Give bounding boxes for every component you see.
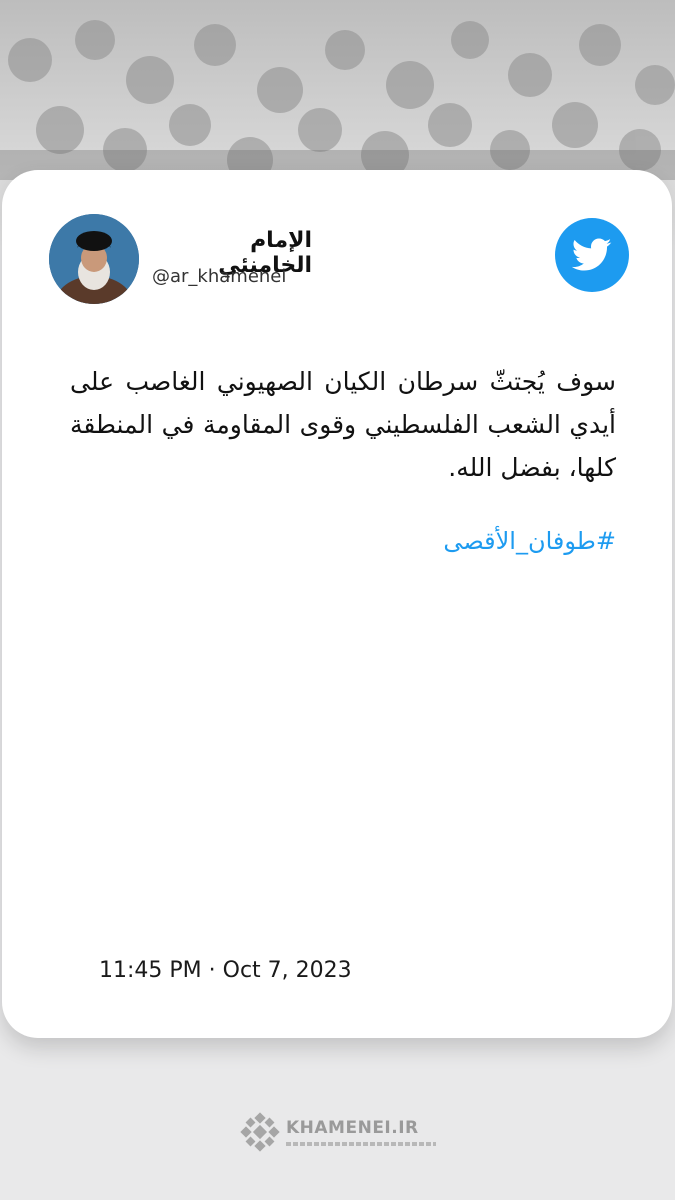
twitter-bird-icon[interactable] (555, 218, 629, 292)
khamenei-logo-icon (240, 1112, 280, 1152)
hashtag-link[interactable]: #طوفان_الأقصى (302, 527, 616, 555)
tweet-text: سوف يُجتثّ سرطان الكيان الصهيوني الغاصب … (70, 367, 616, 482)
site-logo: KHAMENEI.IR (240, 1112, 440, 1162)
tweet-card: الإمام الخامنئي @ar_khamenei سوف يُجتثّ … (2, 170, 672, 1038)
avatar[interactable] (49, 214, 139, 304)
logo-subtitle-mark (286, 1142, 436, 1146)
author-handle[interactable]: @ar_khamenei (152, 266, 286, 287)
logo-text: KHAMENEI.IR (286, 1118, 419, 1138)
tweet-timestamp[interactable]: 11:45 PM · Oct 7, 2023 (99, 958, 352, 983)
